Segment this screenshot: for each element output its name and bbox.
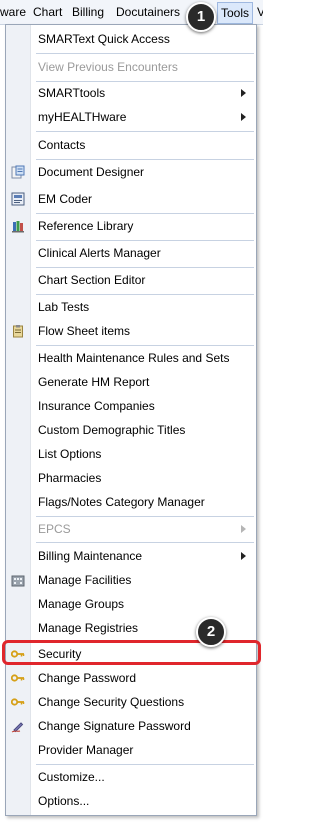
menu-item-label: Manage Registries <box>38 621 139 635</box>
menu-item-lab-tests[interactable]: Lab Tests <box>6 295 256 319</box>
tools-dropdown-menu: SMARText Quick Access View Previous Enco… <box>5 24 257 816</box>
menu-item-label: Generate HM Report <box>38 375 150 389</box>
menu-item-v[interactable]: V <box>257 0 263 24</box>
menu-item-document-designer[interactable]: Document Designer <box>6 160 256 184</box>
menu-item-label: EM Coder <box>38 192 93 206</box>
menu-item-label: Provider Manager <box>38 743 134 757</box>
menu-item-label: myHEALTHware <box>38 110 127 124</box>
menu-item-smartext-quick-access[interactable]: SMARText Quick Access <box>6 27 256 51</box>
step-badge-2: 2 <box>196 617 226 647</box>
menu-item-ware[interactable]: ware <box>0 0 26 24</box>
menu-item-view-previous-encounters[interactable]: View Previous Encounters <box>6 55 256 79</box>
menu-item-change-signature-password[interactable]: Change Signature Password <box>6 714 256 738</box>
menu-item-generate-hm-report[interactable]: Generate HM Report <box>6 370 256 394</box>
menu-separator <box>36 53 254 54</box>
screenshot-root: ware Chart Billing Docutainers Tools V S… <box>0 0 263 822</box>
menu-item-label: Flags/Notes Category Manager <box>38 495 205 509</box>
clipboard-icon <box>11 324 25 338</box>
menu-item-pharmacies[interactable]: Pharmacies <box>6 466 256 490</box>
signature-pen-icon <box>11 719 25 733</box>
menu-item-label: EPCS <box>38 522 71 536</box>
menu-item-label: Insurance Companies <box>38 399 155 413</box>
submenu-arrow-icon <box>241 113 246 121</box>
menu-item-smarttools[interactable]: SMARTtools <box>6 81 256 105</box>
menu-item-reference-library[interactable]: Reference Library <box>6 214 256 238</box>
menu-item-custom-demographic-titles[interactable]: Custom Demographic Titles <box>6 418 256 442</box>
menu-item-flow-sheet-items[interactable]: Flow Sheet items <box>6 319 256 343</box>
reference-library-icon <box>11 219 25 233</box>
menu-item-provider-manager[interactable]: Provider Manager <box>6 738 256 762</box>
menu-item-health-maintenance-rules[interactable]: Health Maintenance Rules and Sets <box>6 346 256 370</box>
menu-item-label: Manage Groups <box>38 597 125 611</box>
menu-item-label: Document Designer <box>38 165 145 179</box>
menu-bar: ware Chart Billing Docutainers Tools V <box>0 0 263 25</box>
menu-item-label: Lab Tests <box>38 300 90 314</box>
menu-item-chart-section-editor[interactable]: Chart Section Editor <box>6 268 256 292</box>
menu-item-tools[interactable]: Tools <box>217 2 254 24</box>
document-designer-icon <box>11 165 25 179</box>
menu-item-label: Custom Demographic Titles <box>38 423 186 437</box>
menu-item-myhealthware[interactable]: myHEALTHware <box>6 105 256 129</box>
menu-item-manage-facilities[interactable]: Manage Facilities <box>6 568 256 592</box>
step-badge-1: 1 <box>186 2 216 32</box>
menu-item-em-coder[interactable]: EM Coder <box>6 187 256 211</box>
menu-item-docutainers[interactable]: Docutainers <box>116 0 180 24</box>
menu-item-label: Clinical Alerts Manager <box>38 246 161 260</box>
submenu-arrow-icon <box>241 525 246 533</box>
menu-item-label: Change Password <box>38 671 137 685</box>
menu-item-label: Change Signature Password <box>38 719 191 733</box>
menu-item-label: Billing Maintenance <box>38 549 143 563</box>
menu-item-label: List Options <box>38 447 102 461</box>
em-coder-icon <box>11 192 25 206</box>
menu-item-label: Health Maintenance Rules and Sets <box>38 351 230 365</box>
menu-item-flags-notes-category-manager[interactable]: Flags/Notes Category Manager <box>6 490 256 514</box>
menu-item-clinical-alerts-manager[interactable]: Clinical Alerts Manager <box>6 241 256 265</box>
submenu-arrow-icon <box>241 89 246 97</box>
menu-item-label: Change Security Questions <box>38 695 185 709</box>
menu-item-epcs[interactable]: EPCS <box>6 517 256 541</box>
menu-separator <box>36 542 254 543</box>
menu-separator <box>36 131 254 132</box>
menu-item-label: Reference Library <box>38 219 134 233</box>
menu-item-label: Options... <box>38 794 90 808</box>
menu-item-label: SMARText Quick Access <box>38 32 170 46</box>
menu-item-billing[interactable]: Billing <box>72 0 104 24</box>
menu-item-label: View Previous Encounters <box>38 60 178 74</box>
facilities-icon <box>11 573 25 587</box>
menu-item-contacts[interactable]: Contacts <box>6 133 256 157</box>
menu-item-insurance-companies[interactable]: Insurance Companies <box>6 394 256 418</box>
menu-item-label: Chart Section Editor <box>38 273 146 287</box>
menu-item-label: Manage Facilities <box>38 573 132 587</box>
menu-item-change-security-questions[interactable]: Change Security Questions <box>6 690 256 714</box>
security-highlight-box <box>2 640 261 665</box>
menu-item-label: Flow Sheet items <box>38 324 131 338</box>
key-icon <box>10 695 25 709</box>
menu-item-label: SMARTtools <box>38 86 106 100</box>
menu-item-change-password[interactable]: Change Password <box>6 666 256 690</box>
menu-item-customize[interactable]: Customize... <box>6 765 256 789</box>
menu-item-options[interactable]: Options... <box>6 789 256 813</box>
menu-item-chart[interactable]: Chart <box>33 0 62 24</box>
menu-item-manage-groups[interactable]: Manage Groups <box>6 592 256 616</box>
menu-item-label: Pharmacies <box>38 471 102 485</box>
submenu-arrow-icon <box>241 552 246 560</box>
menu-item-list-options[interactable]: List Options <box>6 442 256 466</box>
menu-item-label: Customize... <box>38 770 105 784</box>
menu-item-label: Contacts <box>38 138 86 152</box>
key-icon <box>10 671 25 685</box>
menu-item-billing-maintenance[interactable]: Billing Maintenance <box>6 544 256 568</box>
